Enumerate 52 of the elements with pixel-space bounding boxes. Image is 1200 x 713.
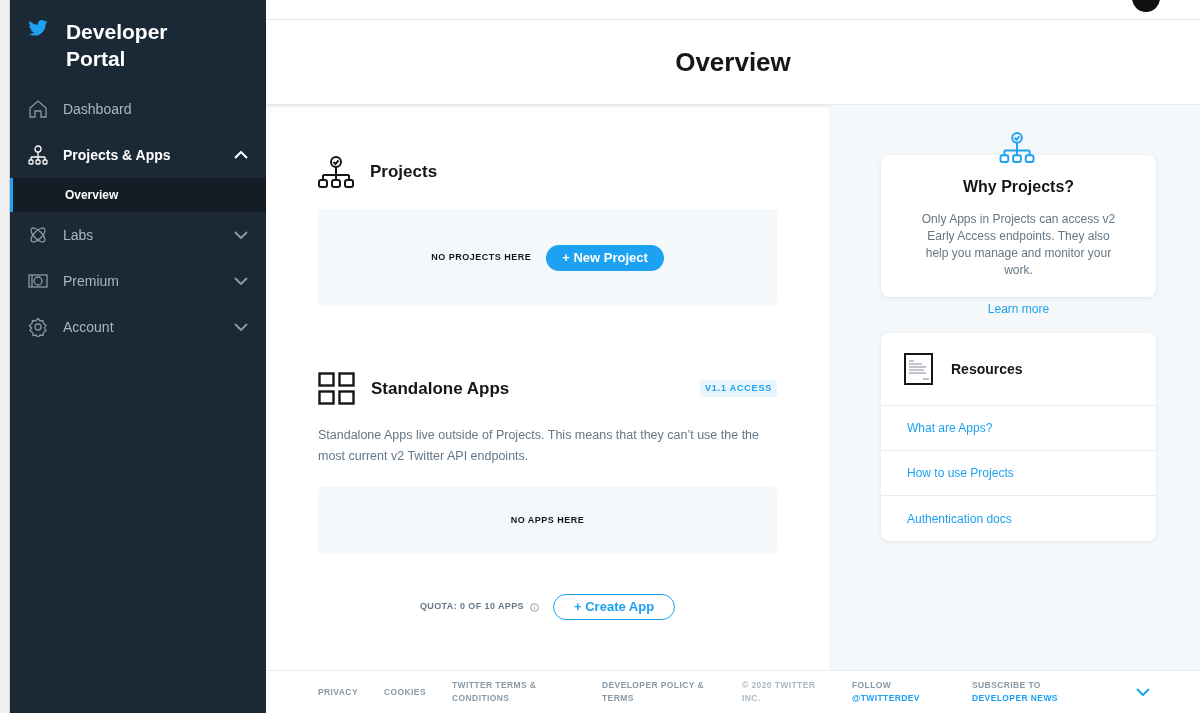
card-title: Resources (951, 359, 1023, 379)
footer-link[interactable]: COOKIES (384, 685, 428, 699)
chevron-down-icon[interactable] (234, 231, 248, 239)
chevron-down-icon[interactable] (1136, 688, 1150, 696)
portal-title: Developer Portal (65, 19, 169, 72)
access-badge: V1.1 ACCESS (700, 379, 777, 398)
house-icon (27, 99, 48, 119)
hierarchy-icon (318, 155, 354, 189)
resource-link[interactable]: Authentication docs (907, 509, 1012, 528)
nav-item[interactable]: Labs (9, 212, 266, 258)
footer-link[interactable]: TWITTER TERMS & CONDITIONS (452, 679, 578, 705)
footer-link[interactable]: DEVELOPER POLICY & TERMS (602, 679, 718, 705)
resource-link[interactable]: How to use Projects (907, 464, 1014, 482)
nav-item[interactable]: Premium (9, 258, 266, 304)
bird-logo-icon (27, 20, 48, 36)
resource-link[interactable]: What are Apps? (907, 419, 993, 437)
nav-label: Account (62, 317, 115, 337)
footer-link[interactable]: PRIVACY (318, 685, 360, 699)
banknote-icon (27, 271, 48, 291)
section-description: Standalone Apps live outside of Projects. This means that they can’t use the the most current v2 Twitter API endpoints. (318, 427, 760, 465)
chevron-up-icon[interactable] (234, 151, 248, 159)
nav-item[interactable]: Dashboard (9, 86, 266, 132)
card-text: Only Apps in Projects can access v2 Early Access endpoints. They also help you manage and monitor your work. (920, 211, 1117, 279)
settings-icon (27, 317, 48, 337)
grid-icon (318, 372, 355, 405)
card-title: Why Projects? (962, 177, 1075, 197)
nav-label: Labs (62, 225, 95, 245)
nav-label: Premium (62, 271, 120, 291)
section-title: Standalone Apps (371, 377, 511, 400)
footer-text: SUBSCRIBE TO (972, 679, 1042, 692)
page-title: Overview (675, 45, 791, 79)
section-title: Projects (370, 161, 438, 184)
nav-label: Projects & Apps (62, 145, 172, 165)
nav-item[interactable]: Account (9, 304, 266, 350)
learn-more-link[interactable]: Learn more (987, 300, 1050, 318)
document-icon (904, 353, 933, 385)
nav-subitem[interactable]: Overview (9, 178, 266, 212)
hierarchy-icon (998, 131, 1036, 164)
nav-label: Dashboard (62, 99, 133, 119)
hierarchy-icon (27, 145, 48, 165)
nav-item[interactable]: Projects & Apps (9, 132, 266, 178)
chevron-down-icon[interactable] (234, 323, 248, 331)
footer-text: FOLLOW (852, 679, 893, 692)
footer-link[interactable]: DEVELOPER NEWS (972, 692, 1112, 705)
copyright-text: © 2020 TWITTER INC. (742, 679, 817, 705)
empty-text: NO APPS HERE (510, 513, 585, 527)
atom-icon (27, 225, 48, 245)
new-project-button[interactable]: + New Project (546, 244, 664, 271)
quota-text: QUOTA: 0 OF 10 APPS (419, 600, 524, 614)
empty-text: NO PROJECTS HERE (431, 250, 532, 264)
chevron-down-icon[interactable] (234, 277, 248, 285)
footer-link[interactable]: @TWITTERDEV (852, 692, 948, 705)
